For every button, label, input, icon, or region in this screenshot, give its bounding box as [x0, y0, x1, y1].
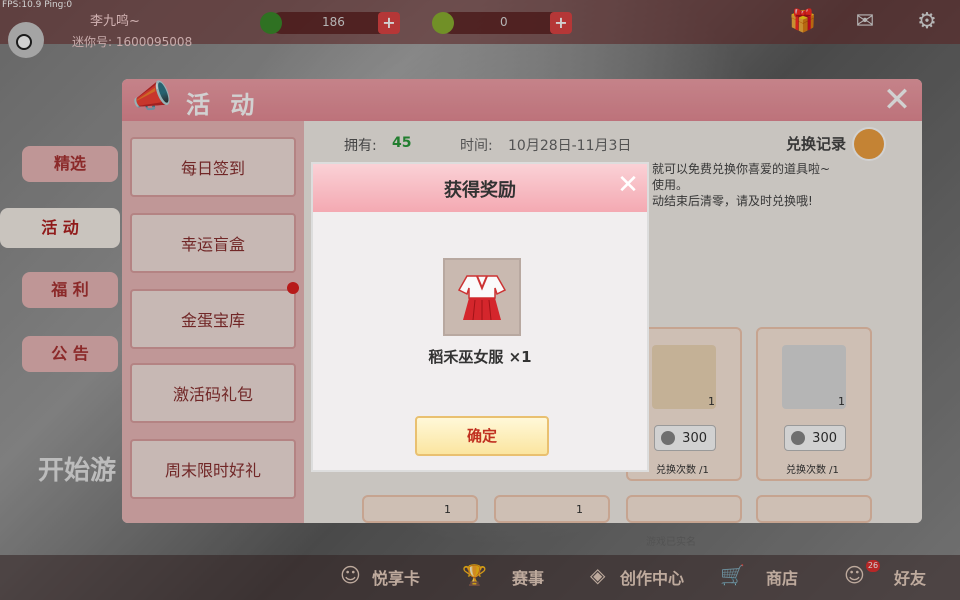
- modal-close-icon[interactable]: ✕: [615, 172, 641, 198]
- reward-item-frame: [443, 258, 521, 336]
- shrine-maiden-outfit-icon: [457, 275, 507, 321]
- modal-title: 获得奖励: [444, 180, 516, 201]
- reward-name: 稻禾巫女服 ×1: [428, 348, 532, 366]
- confirm-button[interactable]: 确定: [415, 416, 549, 456]
- reward-modal: 获得奖励 ✕ 稻禾巫女服 ×1 确定: [311, 162, 649, 472]
